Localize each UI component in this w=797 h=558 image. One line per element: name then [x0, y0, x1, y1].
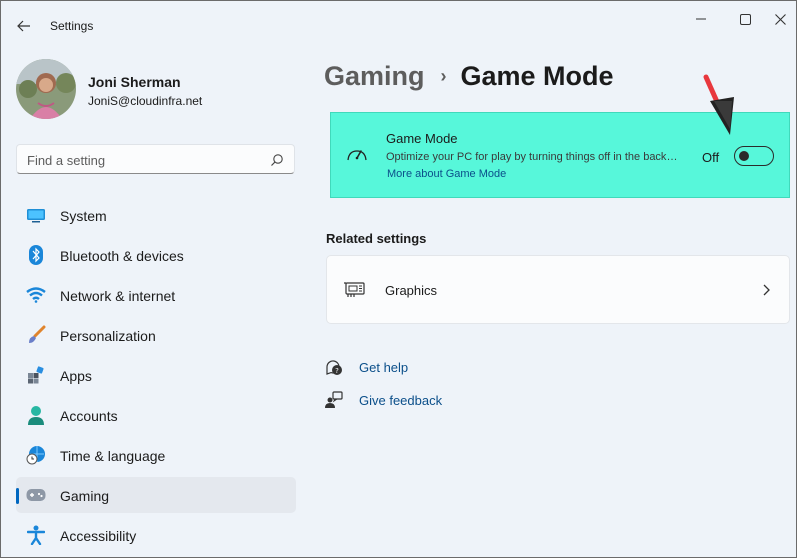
- sidebar-item-label: System: [60, 208, 107, 224]
- breadcrumb-separator-icon: ›: [440, 66, 447, 86]
- apps-icon: [26, 365, 46, 385]
- give-feedback-row[interactable]: Give feedback: [324, 389, 442, 411]
- related-settings-heading: Related settings: [326, 231, 427, 246]
- get-help-link[interactable]: Get help: [359, 360, 408, 375]
- feedback-icon: [324, 390, 344, 410]
- search-box[interactable]: [16, 144, 295, 174]
- user-email: JoniS@cloudinfra.net: [88, 94, 203, 108]
- sidebar-item-label: Accessibility: [60, 528, 137, 544]
- brush-icon: [26, 325, 46, 345]
- maximize-button[interactable]: [730, 9, 760, 29]
- sidebar-item-personalization[interactable]: Personalization: [16, 317, 296, 353]
- close-icon: [774, 13, 786, 25]
- system-icon: [26, 205, 46, 225]
- title-bar: Settings: [1, 1, 796, 49]
- game-mode-icon: [347, 150, 367, 161]
- game-mode-title: Game Mode: [386, 131, 458, 146]
- get-help-row[interactable]: ? Get help: [324, 356, 408, 378]
- accessibility-icon: [26, 525, 46, 545]
- search-input[interactable]: [27, 151, 262, 169]
- help-icon: ?: [324, 357, 344, 377]
- back-button[interactable]: [13, 15, 35, 37]
- sidebar-nav: System Bluetooth & devices Network & int…: [16, 197, 296, 557]
- sidebar-item-apps[interactable]: Apps: [16, 357, 296, 393]
- game-mode-toggle[interactable]: [734, 146, 774, 166]
- app-title: Settings: [50, 19, 94, 33]
- sidebar-item-label: Gaming: [60, 488, 110, 504]
- close-button[interactable]: [765, 9, 795, 29]
- minimize-icon: [696, 18, 706, 20]
- sidebar-item-label: Network & internet: [60, 288, 176, 304]
- toggle-knob: [739, 151, 749, 161]
- annotation-arrow-icon: [703, 74, 734, 135]
- sidebar-item-time-language[interactable]: Time & language: [16, 437, 296, 473]
- game-mode-description: Optimize your PC for play by turning thi…: [386, 151, 678, 163]
- user-name: Joni Sherman: [88, 74, 181, 90]
- svg-text:?: ?: [335, 367, 339, 375]
- minimize-button[interactable]: [686, 9, 716, 29]
- accounts-icon: [26, 405, 46, 425]
- sidebar-item-label: Time & language: [60, 448, 166, 464]
- page-title: Game Mode: [460, 61, 614, 91]
- sidebar-item-accessibility[interactable]: Accessibility: [16, 517, 296, 553]
- gamepad-icon: [26, 485, 46, 505]
- sidebar-item-label: Accounts: [60, 408, 118, 424]
- give-feedback-link[interactable]: Give feedback: [359, 393, 442, 408]
- graphics-label: Graphics: [385, 283, 438, 298]
- breadcrumb-parent[interactable]: Gaming: [324, 61, 425, 92]
- sidebar-item-gaming[interactable]: Gaming: [16, 477, 296, 513]
- graphics-card-icon: [344, 282, 365, 297]
- more-about-game-mode-link[interactable]: More about Game Mode: [387, 168, 506, 180]
- sidebar-item-accounts[interactable]: Accounts: [16, 397, 296, 433]
- chevron-right-icon: [763, 284, 770, 296]
- graphics-setting-row[interactable]: Graphics: [326, 255, 790, 324]
- sidebar-item-label: Personalization: [60, 328, 156, 344]
- back-arrow-icon: [17, 20, 30, 32]
- sidebar-item-label: Bluetooth & devices: [60, 248, 184, 264]
- breadcrumb: Gaming › Game Mode: [324, 61, 614, 92]
- time-language-icon: [26, 445, 46, 465]
- user-photo-icon: [16, 59, 76, 119]
- avatar[interactable]: [16, 59, 76, 119]
- sidebar-item-system[interactable]: System: [16, 197, 296, 233]
- toggle-state-label: Off: [702, 150, 720, 165]
- settings-window: Settings Joni Sherman JoniS@cloudinfra.n…: [0, 0, 797, 558]
- wifi-icon: [26, 285, 46, 305]
- sidebar-item-label: Apps: [60, 368, 92, 384]
- search-icon[interactable]: [270, 153, 284, 167]
- maximize-icon: [739, 13, 751, 25]
- sidebar-item-network[interactable]: Network & internet: [16, 277, 296, 313]
- sidebar-item-bluetooth[interactable]: Bluetooth & devices: [16, 237, 296, 273]
- bluetooth-icon: [26, 245, 46, 265]
